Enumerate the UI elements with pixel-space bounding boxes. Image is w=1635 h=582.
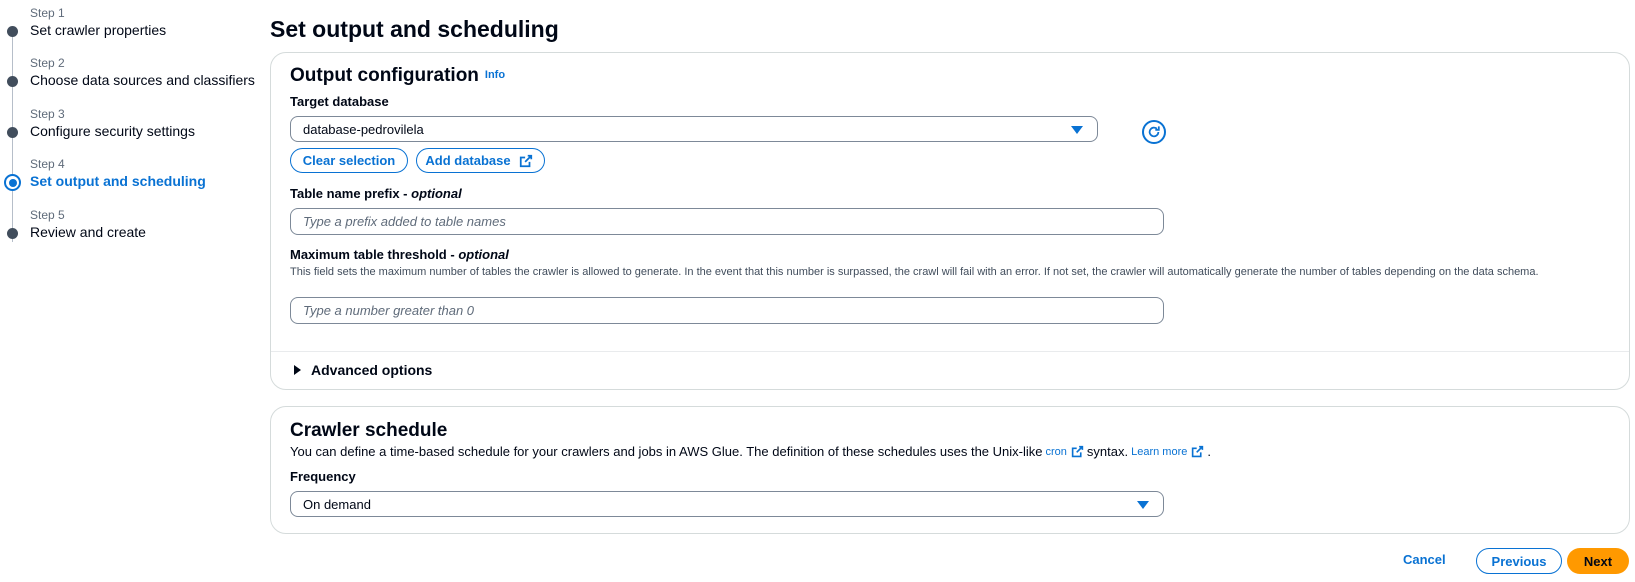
current-step-icon [4, 174, 21, 191]
add-database-button[interactable]: Add database [416, 148, 545, 173]
refresh-icon [1148, 126, 1160, 138]
frequency-select[interactable]: On demand [290, 491, 1164, 517]
step-dot-icon [7, 26, 18, 37]
external-link-icon [1192, 445, 1204, 458]
target-database-select[interactable]: database-pedrovilela [290, 116, 1098, 142]
label-text: Table name prefix - [290, 186, 412, 201]
learn-more-link[interactable]: Learn more [1131, 446, 1187, 458]
target-database-label: Target database [290, 94, 389, 109]
cron-link[interactable]: cron [1046, 446, 1067, 458]
step-title: Set output and scheduling [30, 173, 206, 189]
target-database-value: database-pedrovilela [303, 122, 424, 137]
external-link-icon [519, 154, 532, 167]
frequency-value: On demand [303, 497, 371, 512]
step-title[interactable]: Choose data sources and classifiers [30, 72, 255, 88]
step-title[interactable]: Configure security settings [30, 123, 195, 139]
optional-text: optional [458, 247, 509, 262]
step-number: Step 4 [30, 157, 65, 171]
step-dot-icon [7, 127, 18, 138]
optional-text: optional [411, 186, 462, 201]
page-title: Set output and scheduling [270, 16, 559, 42]
step-number: Step 3 [30, 107, 65, 121]
crawler-schedule-panel: Crawler schedule You can define a time-b… [270, 406, 1630, 534]
description-text: You can define a time-based schedule for… [290, 444, 1043, 459]
output-configuration-heading: Output configuration Info [290, 65, 505, 87]
table-name-prefix-input[interactable] [290, 208, 1164, 235]
description-text: syntax. [1086, 444, 1129, 459]
advanced-options-toggle[interactable]: Advanced options [294, 362, 432, 378]
max-table-threshold-input[interactable] [290, 297, 1164, 324]
max-table-threshold-description: This field sets the maximum number of ta… [290, 266, 1539, 278]
caret-right-icon [294, 365, 301, 375]
table-name-prefix-label: Table name prefix - optional [290, 186, 462, 201]
step-title: Review and create [30, 224, 146, 240]
caret-down-icon [1137, 501, 1149, 509]
advanced-options-label: Advanced options [311, 362, 433, 378]
step-title[interactable]: Set crawler properties [30, 22, 166, 38]
next-button[interactable]: Next [1567, 548, 1629, 574]
caret-down-icon [1071, 126, 1083, 134]
info-link[interactable]: Info [485, 69, 505, 81]
step-number: Step 2 [30, 56, 65, 70]
crawler-schedule-heading: Crawler schedule [290, 420, 448, 441]
output-configuration-panel: Output configuration Info Target database… [270, 52, 1630, 390]
step-dot-icon [7, 76, 18, 87]
section-title: Output configuration [290, 65, 479, 86]
label-text: Maximum table threshold - [290, 247, 459, 262]
crawler-schedule-description: You can define a time-based schedule for… [290, 444, 1211, 459]
step-dot-icon [7, 228, 18, 239]
cancel-button[interactable]: Cancel [1403, 552, 1446, 567]
previous-button[interactable]: Previous [1476, 548, 1562, 574]
max-table-threshold-label: Maximum table threshold - optional [290, 247, 509, 262]
section-divider [271, 351, 1629, 352]
frequency-label: Frequency [290, 469, 356, 484]
clear-selection-button[interactable]: Clear selection [290, 148, 408, 173]
step-number: Step 5 [30, 208, 65, 222]
description-text: . [1207, 444, 1211, 459]
external-link-icon [1071, 445, 1084, 458]
step-number: Step 1 [30, 6, 65, 20]
add-database-label: Add database [425, 153, 511, 168]
refresh-databases-button[interactable] [1142, 120, 1166, 144]
